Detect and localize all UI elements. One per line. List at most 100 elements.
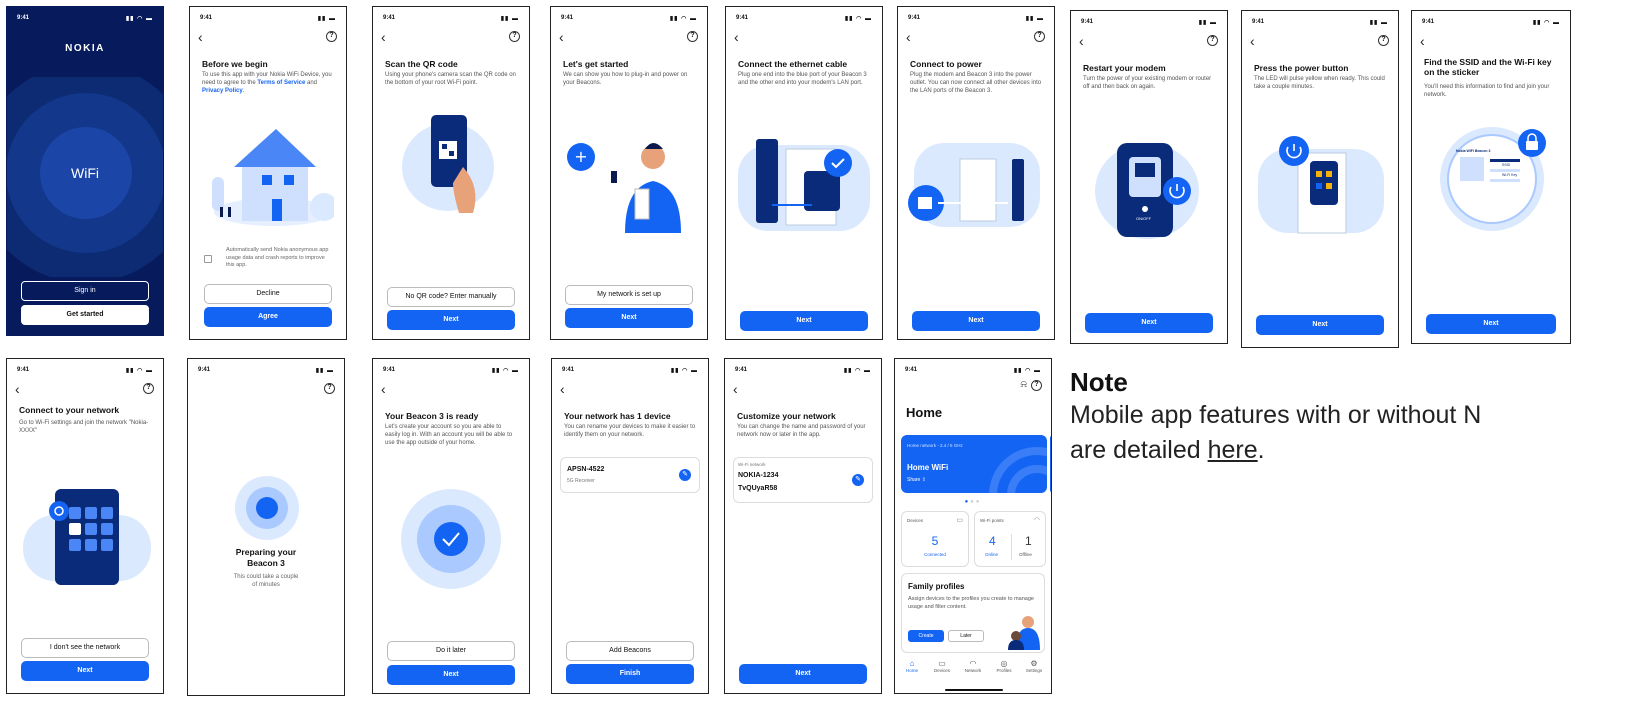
- status-bar: 9:41 ▮▮ ◠ ▬: [905, 367, 1041, 374]
- page-description: Plug the modem and Beacon 3 into the pow…: [910, 72, 1042, 94]
- nav-devices[interactable]: ▭ Devices: [931, 659, 953, 673]
- next-button[interactable]: Next: [565, 308, 693, 328]
- wifi-points-card[interactable]: Wi-Fi points ◠ 4 1 Online Offline: [974, 511, 1046, 567]
- sign-in-button[interactable]: Sign in: [21, 281, 149, 301]
- next-button[interactable]: Next: [387, 310, 515, 330]
- help-icon[interactable]: ?: [687, 31, 698, 42]
- next-button[interactable]: Next: [739, 664, 867, 684]
- next-button[interactable]: Next: [1085, 313, 1213, 333]
- status-bar: 9:41 ▮▮ ◠ ▬: [383, 367, 519, 374]
- home-indicator: [945, 689, 1003, 691]
- help-icon[interactable]: ?: [1034, 31, 1045, 42]
- next-button[interactable]: Next: [1256, 315, 1384, 335]
- status-bar: 9:41 ▮▮ ◠ ▬: [561, 15, 697, 22]
- decline-button[interactable]: Decline: [204, 284, 332, 304]
- help-icon[interactable]: ?: [1378, 35, 1389, 46]
- back-icon[interactable]: ‹: [906, 30, 911, 44]
- ethernet-illustration: [738, 139, 870, 231]
- back-icon[interactable]: ‹: [1079, 34, 1084, 48]
- help-icon[interactable]: ?: [1207, 35, 1218, 46]
- back-icon[interactable]: ‹: [560, 382, 565, 396]
- help-icon[interactable]: ?: [326, 31, 337, 42]
- nav-profiles[interactable]: ◎ Profiles: [993, 659, 1015, 673]
- device-card[interactable]: APSN-4522 5G Receiver ✎: [560, 457, 700, 493]
- gear-icon: ⚙: [1030, 659, 1038, 668]
- devices-status: Connected: [924, 552, 946, 557]
- terms-link[interactable]: Terms of Service: [257, 80, 305, 86]
- dont-see-network-button[interactable]: I don't see the network: [21, 638, 149, 658]
- help-icon[interactable]: ?: [324, 383, 335, 394]
- network-hero-card[interactable]: Home network - 2.4 / 5 GHz Home WiFi Sha…: [901, 435, 1047, 493]
- back-icon[interactable]: ‹: [1250, 34, 1255, 48]
- finish-button[interactable]: Finish: [566, 664, 694, 684]
- here-link[interactable]: here: [1208, 436, 1258, 464]
- next-button[interactable]: Next: [740, 311, 868, 331]
- next-button[interactable]: Next: [21, 661, 149, 681]
- screen-connect-network: 9:41 ▮▮ ◠ ▬ ‹ ? Connect to your network G…: [6, 358, 164, 694]
- enter-manually-button[interactable]: No QR code? Enter manually: [387, 287, 515, 307]
- page-title: Press the power button: [1254, 63, 1349, 73]
- devices-icon: ▭: [938, 659, 946, 668]
- devices-count: 5: [931, 534, 939, 548]
- back-icon[interactable]: ‹: [381, 382, 386, 396]
- splash-center-label: WiFi: [71, 165, 99, 181]
- back-icon[interactable]: ‹: [15, 382, 20, 396]
- edit-icon[interactable]: ✎: [679, 469, 691, 481]
- next-button[interactable]: Next: [912, 311, 1040, 331]
- help-icon[interactable]: ?: [143, 383, 154, 394]
- family-profiles-card[interactable]: Family profiles Assign devices to the pr…: [901, 573, 1045, 653]
- status-bar: 9:41 ▮▮ ▬: [198, 367, 334, 374]
- nav-settings[interactable]: ⚙ Settings: [1023, 659, 1045, 673]
- phone-settings-illustration: [23, 489, 151, 585]
- get-started-button[interactable]: Get started: [21, 305, 149, 325]
- status-bar: 9:41 ▮▮ ◠ ▬: [1422, 19, 1560, 26]
- note-section: Note Mobile app features with or without…: [1070, 366, 1639, 468]
- device-type: 5G Receiver: [567, 478, 595, 484]
- notification-icon[interactable]: ⍾: [1020, 379, 1027, 390]
- page-title: Customize your network: [737, 411, 836, 421]
- create-button[interactable]: Create: [908, 630, 944, 642]
- next-button[interactable]: Next: [387, 665, 515, 685]
- back-icon[interactable]: ‹: [559, 30, 564, 44]
- page-description: To use this app with your Nokia WiFi Dev…: [202, 72, 332, 94]
- analytics-checkbox[interactable]: [204, 255, 212, 263]
- nav-home[interactable]: ⌂ Home: [901, 659, 923, 673]
- page-description: Let's create your account so you are abl…: [385, 424, 513, 446]
- family-description: Assign devices to the profiles you creat…: [908, 596, 1034, 610]
- back-icon[interactable]: ‹: [381, 30, 386, 44]
- network-card[interactable]: Wi-Fi network NOKIA-1234 TvQUyaR58 ✎: [733, 457, 873, 503]
- help-icon[interactable]: ?: [1031, 380, 1042, 391]
- page-title: Preparing your Beacon 3: [235, 547, 297, 568]
- network-set-up-button[interactable]: My network is set up: [565, 285, 693, 305]
- screen-before-we-begin: 9:41 ▮▮ ▬ ‹ ? Before we begin To use this…: [189, 6, 347, 340]
- network-label: Wi-Fi network: [738, 462, 766, 467]
- page-title: Your Beacon 3 is ready: [385, 411, 479, 421]
- help-icon[interactable]: ?: [509, 31, 520, 42]
- page-description: You'll need this information to find and…: [1424, 84, 1550, 98]
- back-icon[interactable]: ‹: [734, 30, 739, 44]
- nav-network[interactable]: ◠ Network: [962, 659, 984, 673]
- share-link[interactable]: Share ⇪: [907, 477, 926, 483]
- network-bands: Home network - 2.4 / 5 GHz: [907, 443, 963, 448]
- next-button[interactable]: Next: [1426, 314, 1556, 334]
- on-off-label: ON/OFF: [1136, 216, 1152, 221]
- back-icon[interactable]: ‹: [198, 30, 203, 44]
- privacy-link[interactable]: Privacy Policy: [202, 88, 243, 94]
- back-icon[interactable]: ‹: [1420, 34, 1425, 48]
- devices-card[interactable]: Devices ▭ 5 Connected: [901, 511, 969, 567]
- agree-button[interactable]: Agree: [204, 307, 332, 327]
- family-title: Family profiles: [908, 582, 965, 591]
- add-beacons-button[interactable]: Add Beacons: [566, 641, 694, 661]
- edit-icon[interactable]: ✎: [852, 474, 864, 486]
- back-icon[interactable]: ‹: [733, 382, 738, 396]
- page-description: Go to Wi-Fi settings and join the networ…: [19, 420, 149, 434]
- divider: [1011, 534, 1012, 560]
- wifi-icon: ◠: [969, 659, 977, 668]
- page-title: Home: [906, 405, 943, 420]
- later-button[interactable]: Later: [948, 630, 984, 642]
- page-description: Plug one end into the blue port of your …: [738, 72, 867, 86]
- carousel-dots: ●●●: [964, 499, 982, 505]
- page-title: Let's get started: [563, 59, 629, 69]
- hero-card-peek: [1050, 435, 1051, 493]
- do-it-later-button[interactable]: Do it later: [387, 641, 515, 661]
